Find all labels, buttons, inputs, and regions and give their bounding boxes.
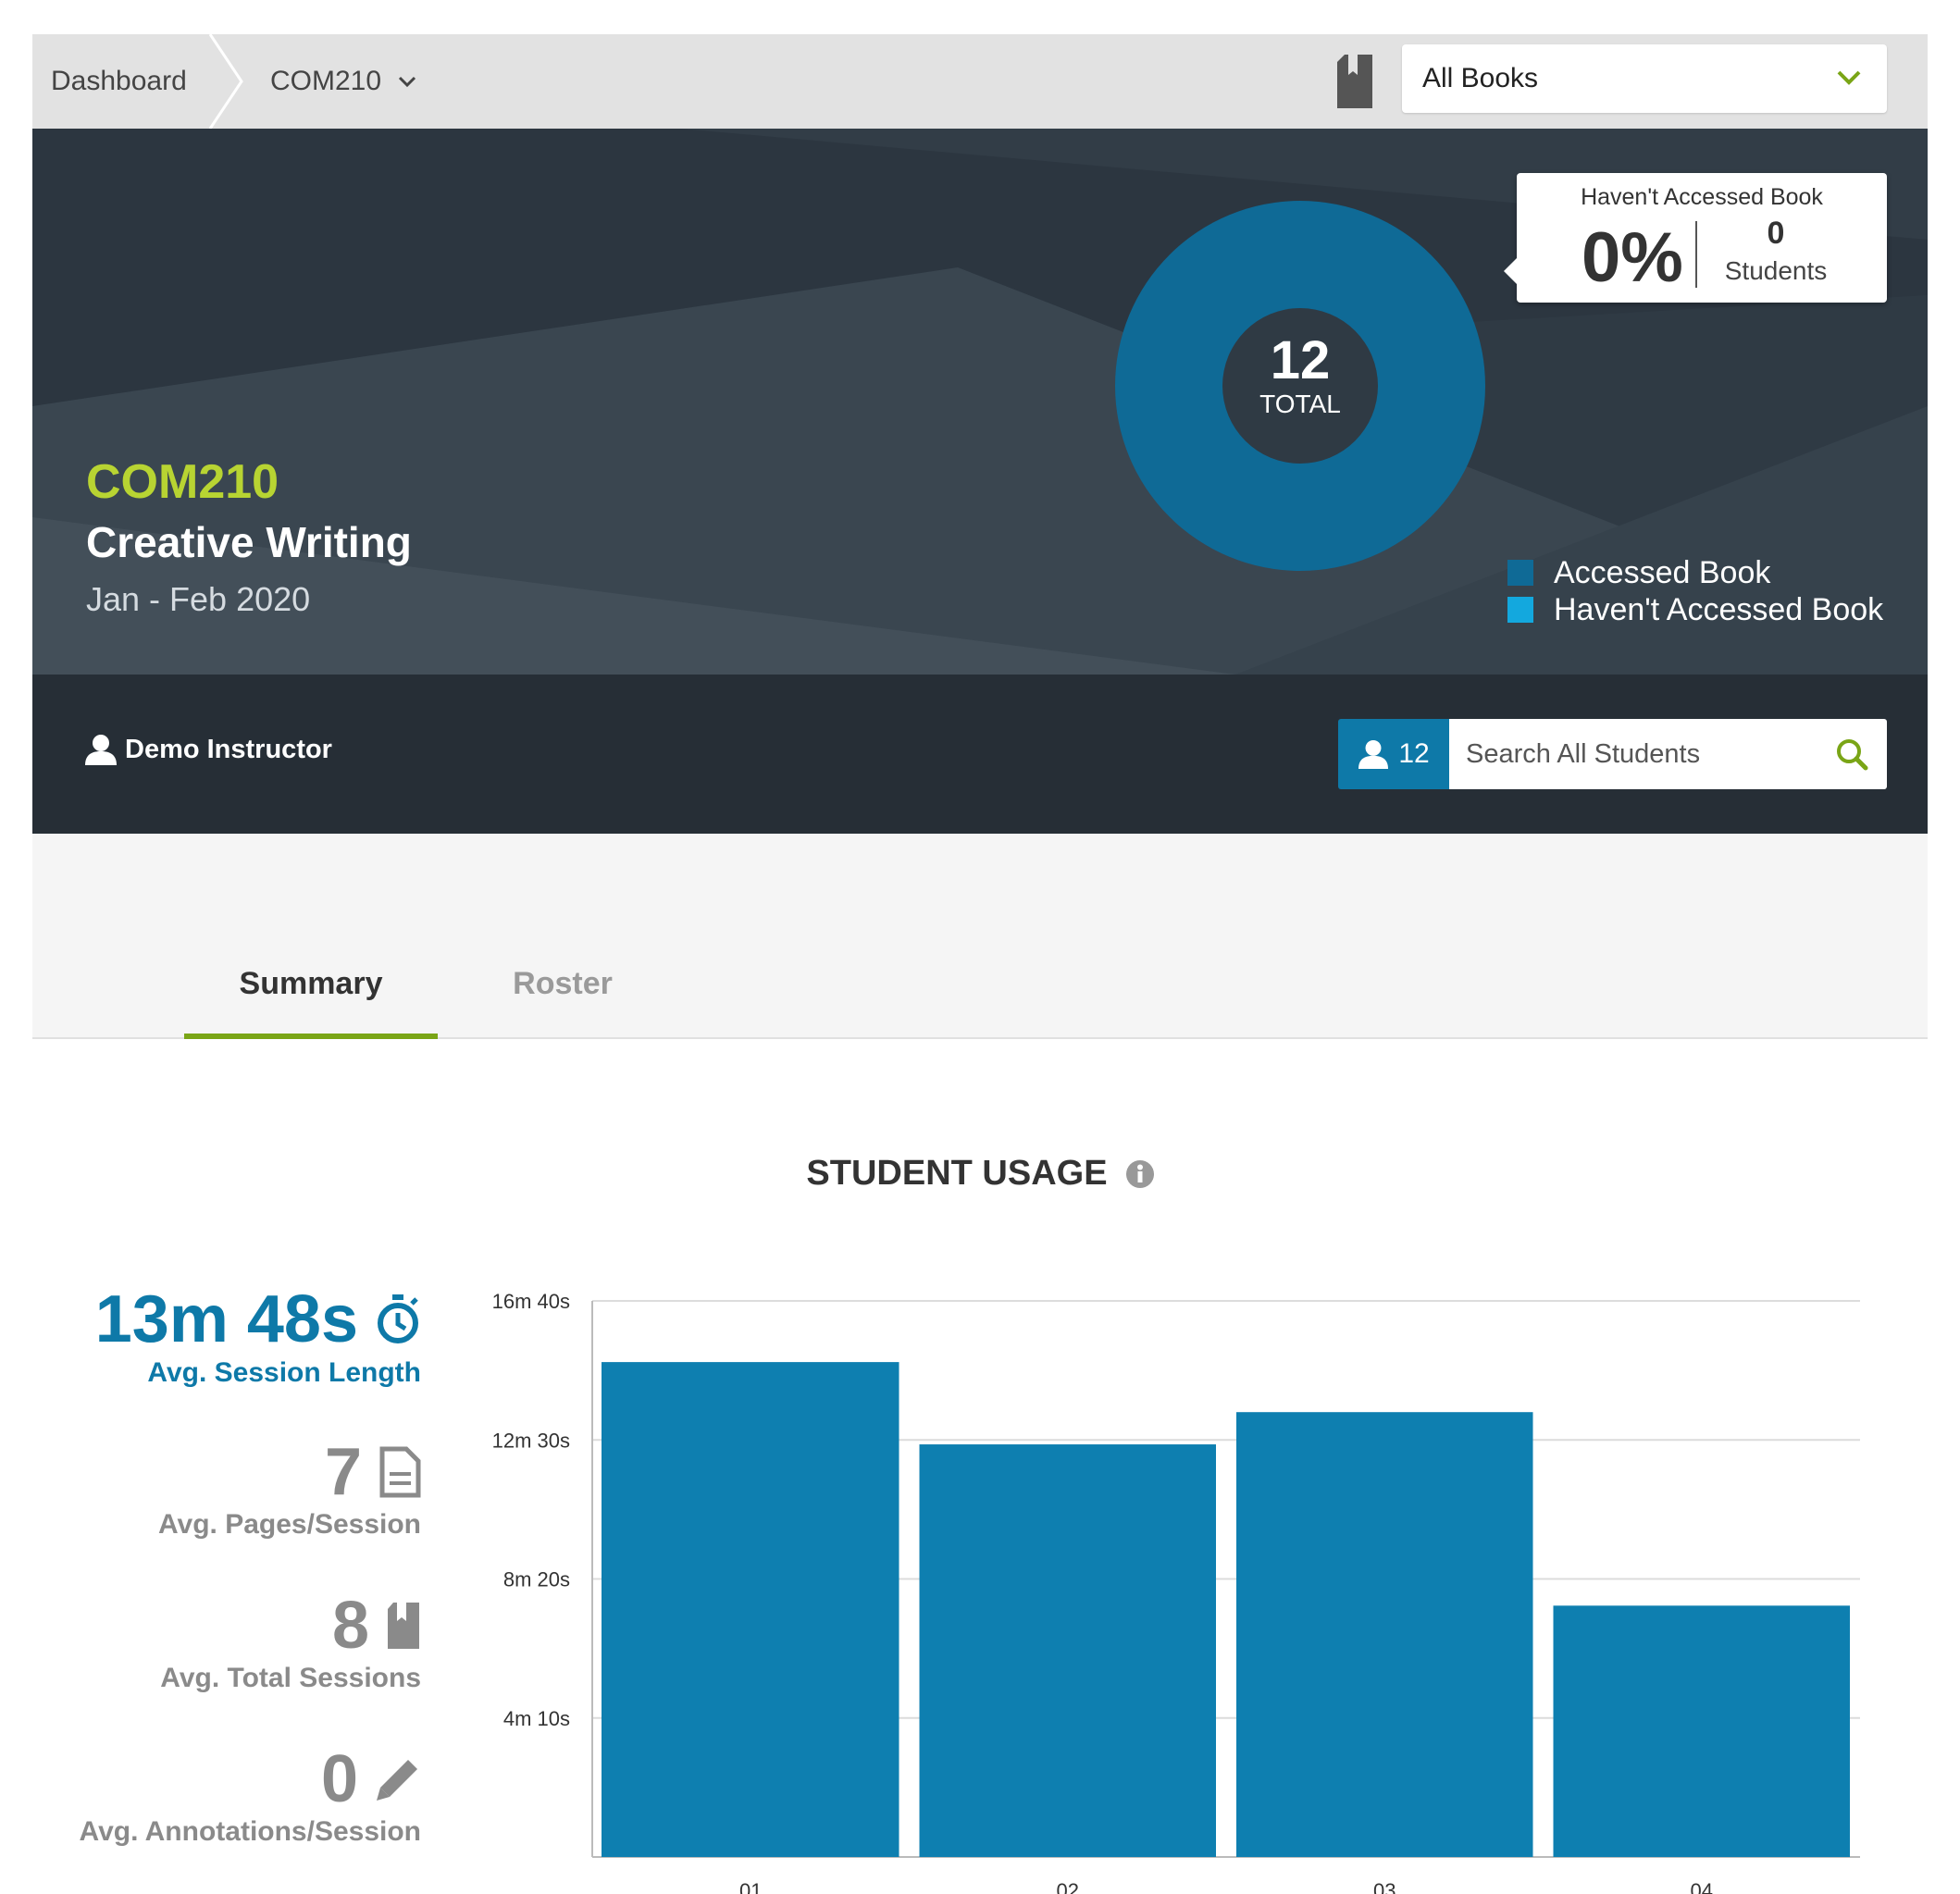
user-icon bbox=[1358, 739, 1389, 769]
stat-label: Avg. Total Sessions bbox=[160, 1663, 421, 1693]
donut-total: 12 TOTAL bbox=[1222, 332, 1379, 419]
student-count-badge: 12 bbox=[1338, 719, 1449, 789]
y-tick-label: 12m 30s bbox=[492, 1429, 570, 1452]
pencil-icon bbox=[377, 1760, 417, 1801]
legend-swatch-accessed bbox=[1507, 560, 1533, 586]
course-name: Creative Writing bbox=[86, 518, 412, 566]
course-dates: Jan - Feb 2020 bbox=[86, 580, 311, 618]
breadcrumb-separator bbox=[208, 34, 243, 129]
y-tick-label: 8m 20s bbox=[503, 1568, 570, 1591]
search-icon[interactable] bbox=[1835, 737, 1868, 771]
instructor: Demo Instructor bbox=[84, 734, 332, 765]
book-select[interactable]: All Books bbox=[1402, 44, 1887, 113]
stat-value: 7 bbox=[324, 1435, 362, 1509]
book-icon bbox=[388, 1603, 419, 1649]
bar-01[interactable] bbox=[602, 1362, 899, 1857]
course-code: COM210 bbox=[86, 455, 279, 509]
legend-swatch-not-accessed bbox=[1507, 597, 1533, 623]
tooltip-divider bbox=[1695, 221, 1697, 288]
stat-label: Avg. Session Length bbox=[147, 1357, 421, 1388]
book-icon bbox=[1337, 55, 1372, 108]
book-select-value: All Books bbox=[1422, 63, 1539, 93]
stat-avg-session-length: 13m 48s Avg. Session Length bbox=[95, 1281, 421, 1389]
x-tick-label: 03 bbox=[1373, 1879, 1396, 1894]
chevron-down-icon bbox=[398, 76, 416, 88]
x-tick-label: 02 bbox=[1057, 1879, 1079, 1894]
stat-avg-annotations: 0 Avg. Annotations/Session bbox=[80, 1742, 421, 1848]
tooltip-count-label: Students bbox=[1724, 256, 1828, 285]
breadcrumb-course-dropdown[interactable]: COM210 bbox=[270, 34, 416, 129]
donut-total-label: TOTAL bbox=[1259, 390, 1341, 418]
breadcrumb-dashboard[interactable]: Dashboard bbox=[51, 34, 187, 129]
search-input[interactable] bbox=[1449, 719, 1819, 789]
stat-avg-pages: 7 Avg. Pages/Session bbox=[158, 1435, 421, 1541]
tabs-area: Summary Roster bbox=[32, 834, 1928, 1039]
usage-title: STUDENT USAGE bbox=[806, 1154, 1108, 1193]
stat-value: 13m 48s bbox=[94, 1282, 358, 1356]
donut-legend: Accessed Book Haven't Accessed Book bbox=[1507, 554, 1883, 628]
student-search bbox=[1449, 719, 1887, 789]
tooltip-title: Haven't Accessed Book bbox=[1581, 184, 1823, 210]
legend-item-not-accessed[interactable]: Haven't Accessed Book bbox=[1507, 591, 1883, 628]
tab-summary[interactable]: Summary bbox=[184, 958, 438, 1039]
bar-03[interactable] bbox=[1236, 1412, 1533, 1857]
bar-04[interactable] bbox=[1553, 1605, 1851, 1857]
user-icon bbox=[85, 735, 117, 765]
stat-label: Avg. Pages/Session bbox=[157, 1509, 421, 1540]
student-usage-bar-chart: 4m 10s 8m 20s 12m 30s 16m 40s 01 02 03 04 bbox=[492, 1290, 1860, 1894]
donut-tooltip: Haven't Accessed Book 0% 0 Students bbox=[1504, 173, 1887, 303]
tab-roster[interactable]: Roster bbox=[436, 958, 689, 1039]
stat-value: 8 bbox=[331, 1589, 369, 1663]
course-hero: COM210 Creative Writing Jan - Feb 2020 1… bbox=[32, 129, 1928, 675]
stat-value: 0 bbox=[320, 1742, 358, 1816]
tooltip-count: 0 bbox=[1767, 216, 1785, 251]
stat-label: Avg. Annotations/Session bbox=[79, 1816, 421, 1847]
x-tick-label: 01 bbox=[739, 1879, 762, 1894]
breadcrumb-course-label: COM210 bbox=[270, 66, 382, 96]
top-bar: Dashboard COM210 All Books bbox=[32, 34, 1928, 129]
x-tick-label: 04 bbox=[1691, 1879, 1713, 1894]
usage-section-title: STUDENT USAGE bbox=[32, 1154, 1928, 1194]
legend-label-not-accessed: Haven't Accessed Book bbox=[1554, 591, 1884, 627]
y-tick-label: 4m 10s bbox=[503, 1707, 570, 1730]
info-icon[interactable] bbox=[1125, 1159, 1154, 1188]
bar-02[interactable] bbox=[919, 1444, 1217, 1857]
instructor-bar: Demo Instructor 12 bbox=[32, 675, 1928, 834]
legend-label-accessed: Accessed Book bbox=[1554, 554, 1771, 590]
page-icon bbox=[379, 1446, 421, 1498]
instructor-name: Demo Instructor bbox=[125, 734, 332, 764]
student-count: 12 bbox=[1398, 738, 1430, 769]
tooltip-percent: 0% bbox=[1582, 218, 1683, 297]
stopwatch-icon bbox=[378, 1294, 418, 1343]
app-frame: Dashboard COM210 All Books COM210 Creati… bbox=[32, 34, 1928, 1894]
donut-total-number: 12 bbox=[1270, 330, 1331, 390]
legend-item-accessed[interactable]: Accessed Book bbox=[1507, 554, 1883, 591]
chevron-down-icon bbox=[1837, 70, 1861, 85]
y-tick-label: 16m 40s bbox=[492, 1290, 570, 1313]
stat-avg-sessions: 8 Avg. Total Sessions bbox=[160, 1589, 421, 1694]
